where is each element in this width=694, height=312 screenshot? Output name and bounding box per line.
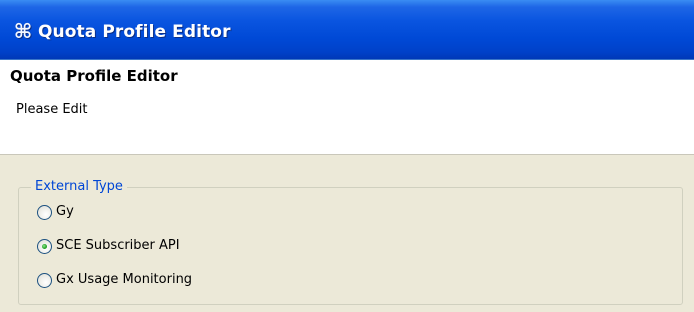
radio-label-gx-usage-monitoring[interactable]: Gx Usage Monitoring (56, 270, 192, 290)
quota-profile-editor-window: ⌘ Quota Profile Editor Quota Profile Edi… (0, 0, 694, 312)
radio-button-sce-subscriber-api[interactable] (37, 239, 52, 254)
radio-button-gy[interactable] (37, 205, 52, 220)
radio-selected-dot (42, 244, 47, 249)
radio-button-gx-usage-monitoring[interactable] (37, 273, 52, 288)
radio-label-gy[interactable]: Gy (56, 202, 74, 222)
external-type-legend: External Type (31, 178, 127, 196)
title-bar[interactable]: ⌘ Quota Profile Editor (0, 0, 694, 60)
page-message: Please Edit (16, 102, 88, 117)
page-title: Quota Profile Editor (10, 67, 178, 85)
radio-label-sce-subscriber-api[interactable]: SCE Subscriber API (56, 236, 180, 256)
content-area: External Type Gy SCE Subscriber API Gx U… (0, 155, 694, 312)
header-panel: Quota Profile Editor Please Edit (0, 60, 694, 155)
external-type-group: External Type Gy SCE Subscriber API Gx U… (18, 178, 683, 305)
window-title: Quota Profile Editor (38, 22, 231, 42)
quota-editor-icon: ⌘ (13, 19, 33, 43)
